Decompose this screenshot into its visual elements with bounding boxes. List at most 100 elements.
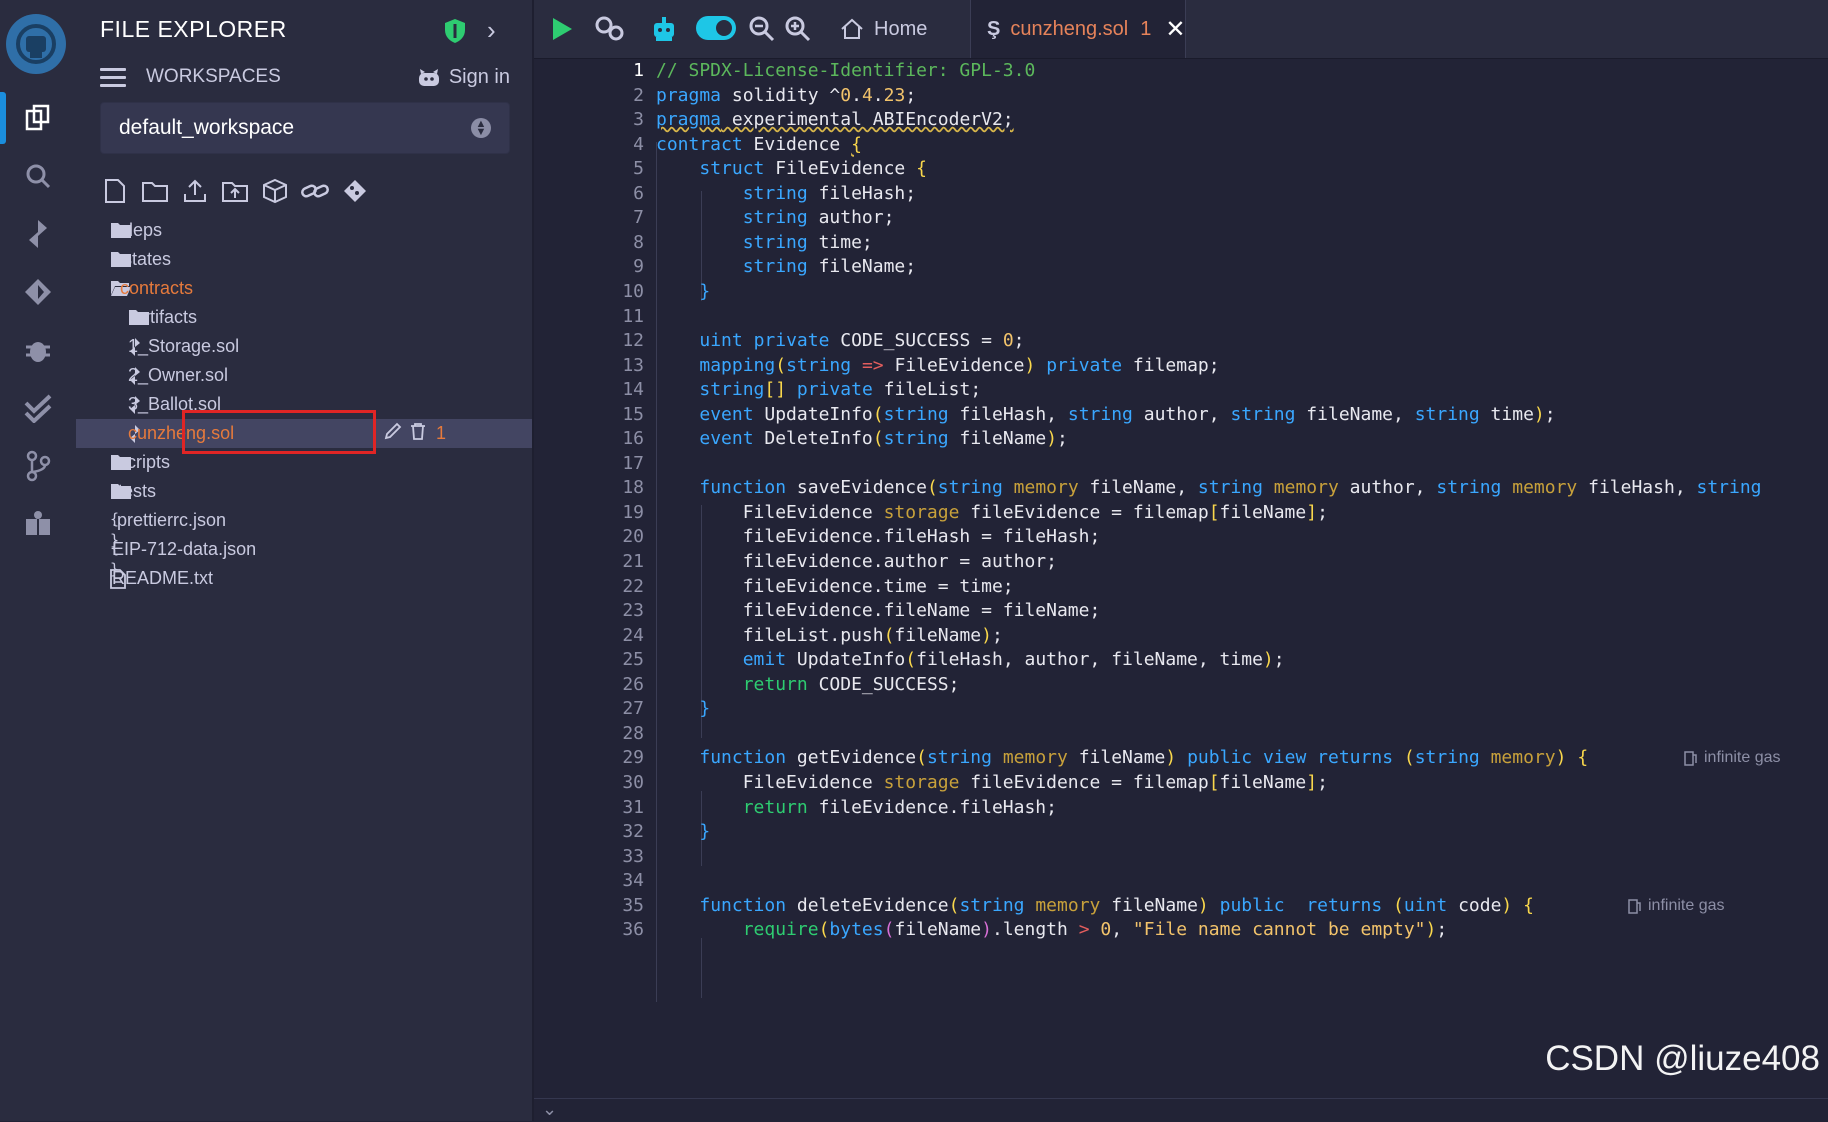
file-explorer-panel: FILE EXPLORER › WORKSPACES Sign in defau… [76, 0, 534, 1121]
git-clone-icon[interactable] [340, 176, 370, 206]
tree-item[interactable]: 2_Owner.sol [76, 361, 532, 390]
github-icon [418, 68, 439, 86]
tree-item[interactable]: contracts [76, 274, 532, 303]
tree-item[interactable]: README.txt [76, 564, 532, 593]
code-line: } [699, 280, 711, 302]
gas-hint-label: infinite gas [1648, 896, 1725, 914]
git-branch-icon[interactable] [14, 442, 62, 490]
tree-item-label: .deps [118, 220, 163, 240]
tab-home[interactable]: Home [840, 0, 927, 58]
line-number: 4 [633, 133, 644, 155]
sign-in-label: Sign in [448, 66, 510, 88]
active-indicator [0, 92, 6, 144]
terminal-bar: ⌄ [534, 1098, 1828, 1122]
compile-settings-icon[interactable] [594, 12, 626, 46]
zoom-in-icon[interactable] [784, 12, 812, 46]
panel-title: FILE EXPLORER [100, 16, 287, 42]
tree-item-label: EIP-712-data.json [112, 539, 257, 559]
search-icon[interactable] [14, 152, 62, 200]
workspaces-label: WORKSPACES [146, 66, 281, 87]
tree-item[interactable]: .deps [76, 216, 532, 245]
line-number: 34 [622, 870, 644, 892]
deploy-run-icon[interactable] [14, 268, 62, 316]
code-line: } [699, 698, 711, 720]
code-line: string author; [742, 207, 895, 229]
code-line: struct FileEvidence { [699, 158, 927, 180]
line-number: 36 [622, 919, 644, 941]
select-caret-icon: ▲ ▼ [471, 118, 491, 138]
remix-logo-icon[interactable] [6, 14, 66, 74]
ipfs-cube-icon[interactable] [260, 176, 290, 206]
code-line: string time; [742, 231, 873, 253]
line-number: 3 [633, 109, 644, 131]
line-number: 20 [622, 526, 644, 548]
line-number: 27 [622, 698, 644, 720]
watermark: CSDN @liuze408 [1545, 1039, 1820, 1078]
line-number: 33 [622, 845, 644, 867]
zoom-out-icon[interactable] [748, 12, 776, 46]
upload-file-icon[interactable] [180, 176, 210, 206]
code-line: uint private CODE_SUCCESS = 0; [699, 330, 1025, 352]
code-line: fileEvidence.time = time; [656, 575, 1014, 597]
ai-robot-icon[interactable] [650, 12, 678, 46]
tab-file-label: cunzheng.sol [1010, 17, 1129, 40]
line-number: 21 [622, 551, 644, 572]
line-number: 18 [622, 477, 644, 499]
line-number: 28 [622, 722, 644, 744]
hamburger-menu-icon[interactable] [100, 68, 126, 88]
tree-item-label: contracts [120, 278, 194, 298]
explorer-toolbar [100, 176, 370, 206]
code-line: event DeleteInfo(string fileName); [699, 428, 1068, 450]
code-line: fileList.push(fileName); [656, 624, 1003, 646]
code-editor[interactable]: // SPDX-License-Identifier: GPL-3.0 pragm… [656, 58, 1828, 1098]
new-file-icon[interactable] [100, 176, 130, 206]
tree-item[interactable]: .states [76, 245, 532, 274]
tree-item[interactable]: { } .prettierrc.json [76, 506, 532, 549]
tree-item-label: README.txt [112, 568, 214, 588]
run-play-icon[interactable] [550, 12, 574, 46]
file-tree: .deps .states contracts artifacts 1_Storage.… [76, 216, 532, 593]
code-line: mapping(string => FileEvidence) private … [699, 354, 1220, 376]
tab-cunzheng-sol[interactable]: Ş cunzheng.sol 1 ✕ [970, 0, 1186, 58]
editor-tabbar: Home Ş cunzheng.sol 1 ✕ [534, 0, 1828, 59]
tree-item[interactable]: { } EIP-712-data.json [76, 535, 532, 578]
code-line: function getEvidence(string memory fileN… [699, 747, 1589, 769]
chevron-down-icon[interactable]: ⌄ [542, 1099, 557, 1120]
file-explorer-icon[interactable] [14, 94, 62, 142]
rename-pencil-icon[interactable] [384, 422, 402, 445]
code-line: // SPDX-License-Identifier: GPL-3.0 [656, 60, 1036, 81]
sign-in-button[interactable]: Sign in [417, 66, 510, 89]
line-number: 29 [622, 747, 644, 769]
delete-trash-icon[interactable] [410, 422, 426, 445]
workspaces-row: WORKSPACES Sign in [100, 64, 510, 94]
line-number: 26 [622, 673, 644, 695]
testing-check-icon[interactable] [14, 384, 62, 432]
line-number: 14 [622, 379, 644, 401]
ai-toggle-switch[interactable] [696, 16, 736, 40]
shield-icon[interactable] [444, 18, 466, 44]
line-number-gutter: 1 2 3 4 5 6 7 8 9 10 11 12 13 14 15 16 17 18 19 20 21 22 23 24 2… [534, 58, 644, 1098]
new-folder-icon[interactable] [140, 176, 170, 206]
code-line: pragma solidity ^0.4.23; [656, 84, 917, 106]
close-tab-icon[interactable]: ✕ [1165, 15, 1185, 44]
workspace-select[interactable]: default_workspace ▲ ▼ [100, 102, 510, 154]
code-line: string[] private fileList; [699, 379, 982, 401]
tree-item-label: scripts [118, 452, 171, 472]
line-number: 12 [622, 330, 644, 352]
chevron-right-icon[interactable]: › [487, 15, 496, 46]
solidity-compiler-icon[interactable] [14, 210, 62, 258]
line-number: 17 [622, 452, 644, 474]
code-line: fileEvidence.fileName = fileName; [656, 600, 1101, 622]
indent-guide [701, 938, 702, 998]
line-number: 7 [633, 207, 644, 229]
code-line: pragma experimental ABIEncoderV2; [656, 109, 1014, 131]
learneth-book-icon[interactable] [14, 500, 62, 548]
tree-item[interactable]: artifacts [76, 303, 532, 332]
tree-item[interactable]: tests [76, 477, 532, 506]
link-icon[interactable] [300, 176, 330, 206]
line-number: 24 [622, 624, 644, 646]
debugger-icon[interactable] [14, 326, 62, 374]
tree-item[interactable]: 1_Storage.sol [76, 332, 532, 361]
code-line: string fileName; [742, 256, 917, 278]
upload-folder-icon[interactable] [220, 176, 250, 206]
